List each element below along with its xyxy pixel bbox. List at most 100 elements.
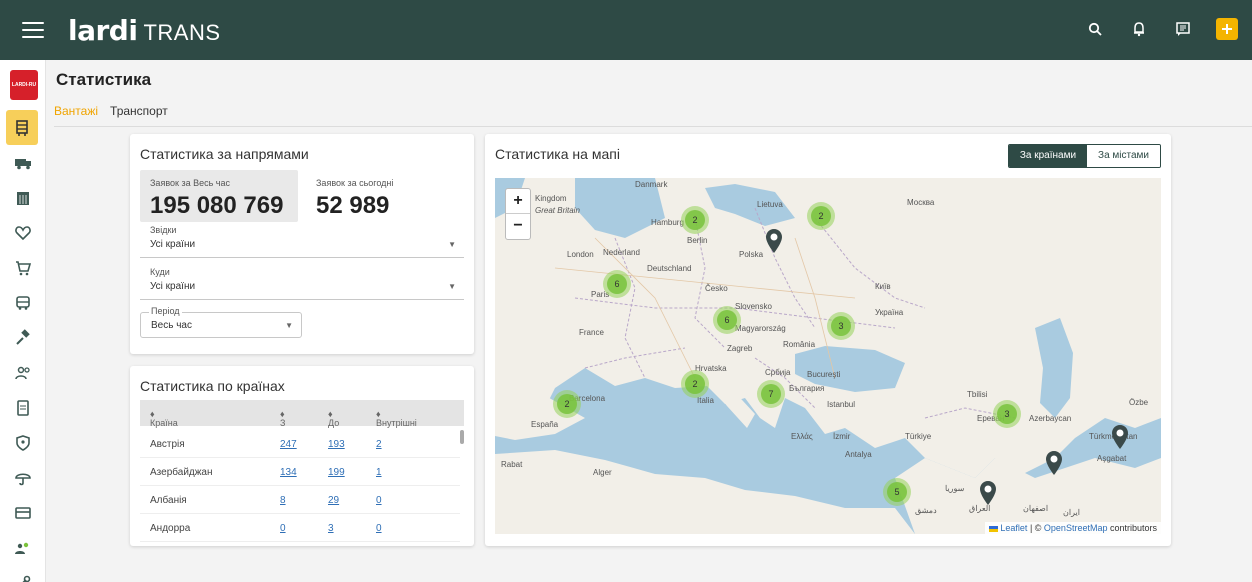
from-link[interactable]: 8 bbox=[280, 495, 286, 506]
sidebar-item-transport[interactable] bbox=[0, 145, 46, 180]
today-requests-box: Заявок за сьогодні 52 989 bbox=[306, 170, 456, 222]
internal-link[interactable]: 0 bbox=[376, 523, 382, 534]
from-link[interactable]: 247 bbox=[280, 439, 297, 450]
internal-link[interactable]: 2 bbox=[376, 439, 382, 450]
map-label: Україна bbox=[875, 308, 904, 317]
map-label: România bbox=[783, 340, 816, 349]
today-requests-value: 52 989 bbox=[316, 192, 390, 219]
map-label: Rabat bbox=[501, 460, 523, 469]
sidebar-item-insurance[interactable] bbox=[0, 460, 46, 495]
map-view[interactable]: + − Danmark Kingdom Great Britain Hambur… bbox=[495, 178, 1161, 534]
sidebar-item-cart[interactable] bbox=[0, 250, 46, 285]
chevron-down-icon: ▼ bbox=[285, 321, 293, 330]
zoom-out-button[interactable]: − bbox=[506, 214, 530, 239]
cart-icon bbox=[16, 260, 32, 275]
from-link[interactable]: 134 bbox=[280, 467, 297, 478]
map-label: Hamburg bbox=[651, 218, 684, 227]
sidebar-item-cargo[interactable] bbox=[6, 110, 38, 145]
map-cluster[interactable]: 5 bbox=[883, 478, 911, 506]
map-cluster[interactable]: 3 bbox=[993, 400, 1021, 428]
tools-icon bbox=[21, 575, 31, 582]
col-to[interactable]: До ♦ bbox=[328, 409, 339, 428]
to-link[interactable]: 29 bbox=[328, 495, 339, 506]
map-label: اصفهان bbox=[1023, 504, 1049, 513]
zoom-in-button[interactable]: + bbox=[506, 189, 530, 214]
map-label: Özbe bbox=[1129, 398, 1149, 407]
period-select[interactable]: Період Весь час ▼ bbox=[140, 306, 302, 338]
ukraine-flag-icon bbox=[988, 525, 998, 532]
tab-cargo[interactable]: Вантажі bbox=[54, 104, 98, 124]
bus-icon bbox=[16, 295, 30, 310]
map-label: سوريا bbox=[945, 484, 965, 493]
directions-card: Статистика за напрямами Заявок за Весь ч… bbox=[130, 134, 474, 354]
sidebar-item-security[interactable] bbox=[0, 425, 46, 460]
map-label: Србија bbox=[765, 368, 791, 377]
map-cluster[interactable]: 7 bbox=[757, 380, 785, 408]
map-card: Статистика на мапі За країнами За містам… bbox=[485, 134, 1171, 546]
internal-link[interactable]: 0 bbox=[376, 495, 382, 506]
tabs: Вантажі Транспорт bbox=[54, 104, 168, 124]
leaflet-link[interactable]: Leaflet bbox=[1000, 523, 1027, 533]
page-title: Статистика bbox=[56, 70, 152, 89]
period-label: Період bbox=[149, 306, 182, 316]
total-requests-value: 195 080 769 bbox=[150, 192, 284, 219]
sidebar-item-tools[interactable] bbox=[0, 565, 46, 582]
col-internal[interactable]: Внутрішні ♦ bbox=[376, 409, 417, 428]
map-label: България bbox=[789, 384, 825, 393]
map-pin-icon[interactable] bbox=[1111, 424, 1129, 450]
map-pin-icon[interactable] bbox=[1045, 450, 1063, 476]
map-label: Istanbul bbox=[827, 400, 856, 409]
by-country-button[interactable]: За країнами bbox=[1008, 145, 1088, 167]
map-label: Danmark bbox=[635, 180, 668, 189]
menu-icon[interactable] bbox=[22, 22, 44, 38]
map-cluster[interactable]: 2 bbox=[681, 206, 709, 234]
total-requests-box: Заявок за Весь час 195 080 769 bbox=[140, 170, 298, 222]
table-scrollbar[interactable] bbox=[460, 430, 464, 444]
map-label: Москва bbox=[907, 198, 935, 207]
map-pin-icon[interactable] bbox=[979, 480, 997, 506]
map-cluster[interactable]: 2 bbox=[681, 370, 709, 398]
col-country[interactable]: Країна ♦ bbox=[150, 409, 178, 428]
to-link[interactable]: 193 bbox=[328, 439, 345, 450]
search-icon[interactable] bbox=[1084, 18, 1106, 40]
sidebar-item-calendar[interactable] bbox=[0, 180, 46, 215]
bell-icon[interactable] bbox=[1128, 18, 1150, 40]
sidebar-item-partners[interactable] bbox=[0, 530, 46, 565]
map-label: London bbox=[567, 250, 594, 259]
add-icon[interactable] bbox=[1216, 18, 1238, 40]
map-background bbox=[495, 178, 1161, 534]
sidebar-item-payments[interactable] bbox=[0, 495, 46, 530]
col-from[interactable]: З ♦ bbox=[280, 409, 285, 428]
map-label: España bbox=[531, 420, 559, 429]
map-cluster[interactable]: 6 bbox=[713, 306, 741, 334]
calendar-icon bbox=[17, 191, 29, 205]
map-cluster[interactable]: 2 bbox=[807, 202, 835, 230]
map-pin-icon[interactable] bbox=[765, 228, 783, 254]
map-cluster[interactable]: 3 bbox=[827, 312, 855, 340]
map-cluster[interactable]: 2 bbox=[553, 390, 581, 418]
from-select[interactable]: Звідки Усі країни ▼ bbox=[140, 225, 464, 258]
tab-transport[interactable]: Транспорт bbox=[110, 104, 168, 124]
countries-title: Статистика по країнах bbox=[140, 378, 285, 394]
to-link[interactable]: 199 bbox=[328, 467, 345, 478]
message-icon[interactable] bbox=[1172, 18, 1194, 40]
sidebar-item-auction[interactable] bbox=[0, 320, 46, 355]
sidebar-item-documents[interactable] bbox=[0, 390, 46, 425]
by-city-button[interactable]: За містами bbox=[1087, 145, 1160, 167]
internal-link[interactable]: 1 bbox=[376, 467, 382, 478]
sidebar-item-bus[interactable] bbox=[0, 285, 46, 320]
total-requests-label: Заявок за Весь час bbox=[150, 178, 230, 188]
map-label: Magyarország bbox=[735, 324, 786, 333]
sidebar-item-favorites[interactable] bbox=[0, 215, 46, 250]
to-link[interactable]: 3 bbox=[328, 523, 334, 534]
brand-badge[interactable]: LARDI-RU bbox=[10, 70, 38, 100]
shield-icon bbox=[16, 434, 30, 451]
sidebar-item-users[interactable] bbox=[0, 355, 46, 390]
to-select[interactable]: Куди Усі країни ▼ bbox=[140, 267, 464, 300]
map-label: İzmir bbox=[833, 432, 851, 441]
from-link[interactable]: 0 bbox=[280, 523, 286, 534]
logo[interactable]: lardi TRANS bbox=[68, 14, 221, 47]
osm-link[interactable]: OpenStreetMap bbox=[1044, 523, 1108, 533]
sidebar: LARDI-RU bbox=[0, 60, 46, 582]
map-cluster[interactable]: 6 bbox=[603, 270, 631, 298]
